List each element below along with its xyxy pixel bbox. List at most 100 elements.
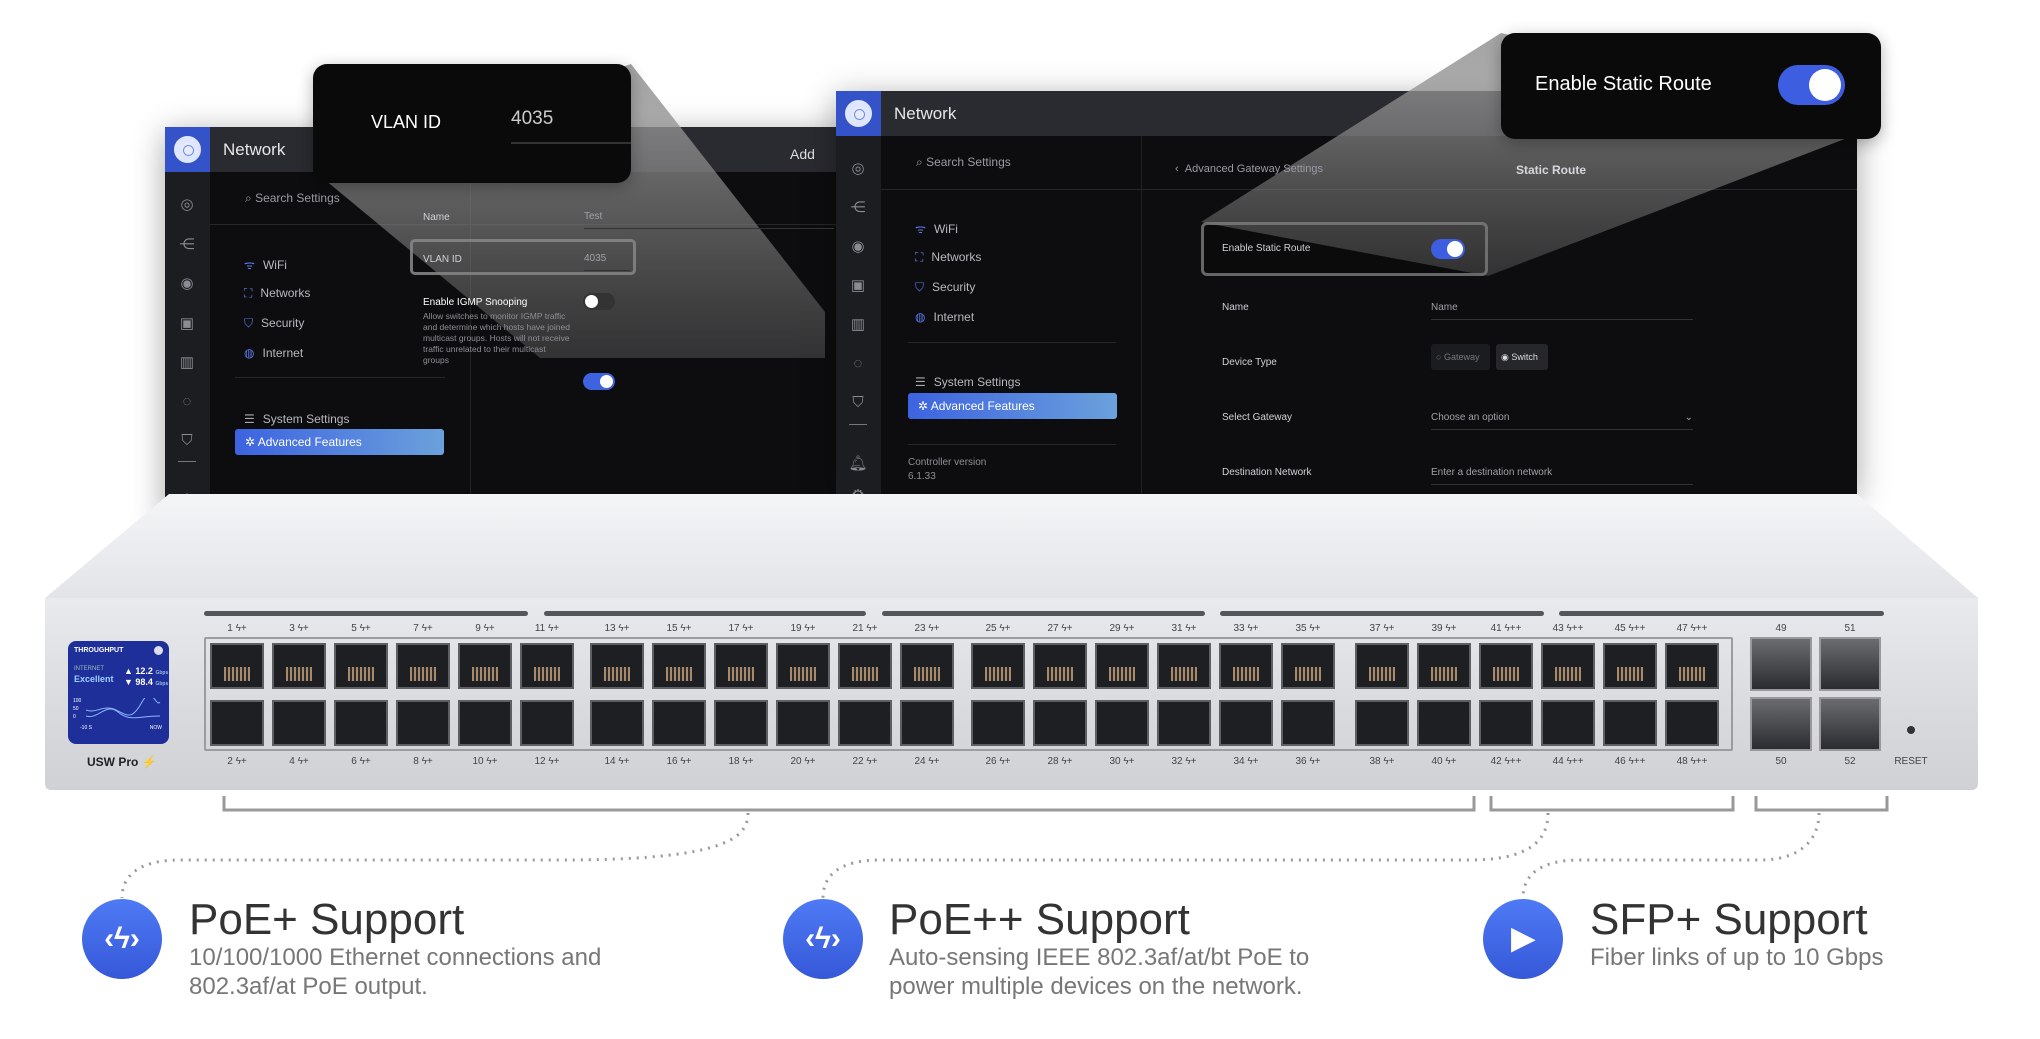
insights-icon[interactable]: ◌ [177,392,197,412]
rj45-port[interactable] [1603,700,1657,746]
igmp-toggle[interactable] [583,293,615,310]
rj45-port[interactable] [652,700,706,746]
sidebar-item-system-settings[interactable]: ☰ System Settings [915,375,1020,389]
chevron-left-icon: ‹ [1175,163,1179,175]
stats-icon[interactable]: ▥ [848,315,868,335]
sfp-port[interactable] [1819,637,1881,691]
devices-icon[interactable]: ◉ [177,274,197,294]
sidebar-item-networks[interactable]: ⛶ Networks [915,250,981,265]
rj45-port[interactable] [520,700,574,746]
rj45-port[interactable] [971,700,1025,746]
enable-static-route-toggle[interactable] [1431,239,1465,259]
sidebar-item-internet[interactable]: ◍ Internet [915,310,974,324]
rj45-port[interactable] [714,643,768,689]
dhcp-toggle[interactable] [583,373,615,390]
rj45-port[interactable] [210,643,264,689]
rj45-port[interactable] [776,700,830,746]
sidebar-item-system-settings[interactable]: ☰ System Settings [244,412,349,426]
destination-network-input[interactable]: Enter a destination network [1431,467,1693,485]
sfp-port[interactable] [1819,697,1881,751]
sidebar-item-security[interactable]: ⛉ Security [244,316,304,331]
rj45-port[interactable] [334,643,388,689]
shield-icon[interactable]: ⛉ [177,431,197,451]
rj45-port[interactable] [1095,643,1149,689]
unifi-logo[interactable] [836,91,881,136]
rj45-port[interactable] [776,643,830,689]
search-settings[interactable]: ⌕ Search Settings [245,191,340,206]
rj45-port[interactable] [971,643,1025,689]
rj45-port[interactable] [396,700,450,746]
rj45-port[interactable] [1479,700,1533,746]
bell-icon[interactable]: 🔔︎ [848,454,868,474]
shield-icon[interactable]: ⛉ [848,393,868,413]
name-input[interactable]: Test [584,211,834,229]
rj45-port[interactable] [272,700,326,746]
page-title: Static Route [1516,163,1587,177]
rj45-port[interactable] [1033,700,1087,746]
rj45-port[interactable] [900,643,954,689]
device-type-gateway-radio[interactable]: ○ Gateway [1431,344,1490,370]
rj45-port[interactable] [1665,700,1719,746]
insights-icon[interactable]: ◌ [848,354,868,374]
name-label: Name [1222,302,1249,313]
rj45-port[interactable] [1219,643,1273,689]
rj45-port[interactable] [1665,643,1719,689]
rj45-port[interactable] [1417,700,1471,746]
rj45-port[interactable] [1157,643,1211,689]
rj45-port[interactable] [1219,700,1273,746]
dashboard-icon[interactable]: ◎ [848,159,868,179]
rj45-port[interactable] [272,643,326,689]
rj45-port[interactable] [1603,643,1657,689]
rj45-port[interactable] [1281,643,1335,689]
topology-icon[interactable]: ⋲ [177,235,197,255]
rj45-port[interactable] [1095,700,1149,746]
clients-icon[interactable]: ▣ [177,314,197,334]
rj45-port[interactable] [838,700,892,746]
rj45-port[interactable] [520,643,574,689]
rj45-port[interactable] [652,643,706,689]
callout-toggle[interactable] [1778,65,1845,105]
rj45-port[interactable] [396,643,450,689]
topology-icon[interactable]: ⋲ [848,198,868,218]
reset-button[interactable] [1907,726,1915,734]
rj45-port[interactable] [1479,643,1533,689]
rj45-port[interactable] [1355,700,1409,746]
clients-icon[interactable]: ▣ [848,276,868,296]
rj45-port[interactable] [458,700,512,746]
select-gateway-dropdown[interactable]: Choose an option ⌄ [1431,412,1693,430]
rj45-port[interactable] [1281,700,1335,746]
dashboard-icon[interactable]: ◎ [177,195,197,215]
rj45-port[interactable] [1541,700,1595,746]
rj45-port[interactable] [210,700,264,746]
sidebar-item-networks[interactable]: ⛶ Networks [244,286,310,301]
rj45-port[interactable] [1157,700,1211,746]
rj45-port[interactable] [458,643,512,689]
rj45-port[interactable] [838,643,892,689]
name-input[interactable]: Name [1431,302,1693,320]
rj45-port[interactable] [1033,643,1087,689]
rj45-port[interactable] [590,700,644,746]
sidebar-item-wifi[interactable]: ᯤ WiFi [915,220,958,237]
unit: Gbps [155,670,169,676]
rj45-port[interactable] [590,643,644,689]
unifi-logo[interactable] [165,127,210,172]
rj45-port[interactable] [334,700,388,746]
sfp-port[interactable] [1750,697,1812,751]
rj45-port[interactable] [1355,643,1409,689]
vlan-id-input[interactable]: 4035 [584,253,630,271]
rj45-port[interactable] [1417,643,1471,689]
stats-icon[interactable]: ▥ [177,353,197,373]
devices-icon[interactable]: ◉ [848,237,868,257]
back-breadcrumb[interactable]: ‹ Advanced Gateway Settings [1175,163,1323,175]
sfp-port[interactable] [1750,637,1812,691]
device-type-switch-radio[interactable]: ◉ Switch [1496,344,1548,370]
rj45-port[interactable] [714,700,768,746]
sidebar-item-advanced-features[interactable]: ✲ Advanced Features [908,393,1117,419]
rj45-port[interactable] [900,700,954,746]
sidebar-item-advanced-features[interactable]: ✲ Advanced Features [235,429,444,455]
rj45-port[interactable] [1541,643,1595,689]
sidebar-item-security[interactable]: ⛉ Security [915,280,975,295]
search-settings[interactable]: ⌕ Search Settings [916,155,1011,170]
sidebar-item-wifi[interactable]: ᯤ WiFi [244,256,287,273]
sidebar-item-internet[interactable]: ◍ Internet [244,346,303,360]
